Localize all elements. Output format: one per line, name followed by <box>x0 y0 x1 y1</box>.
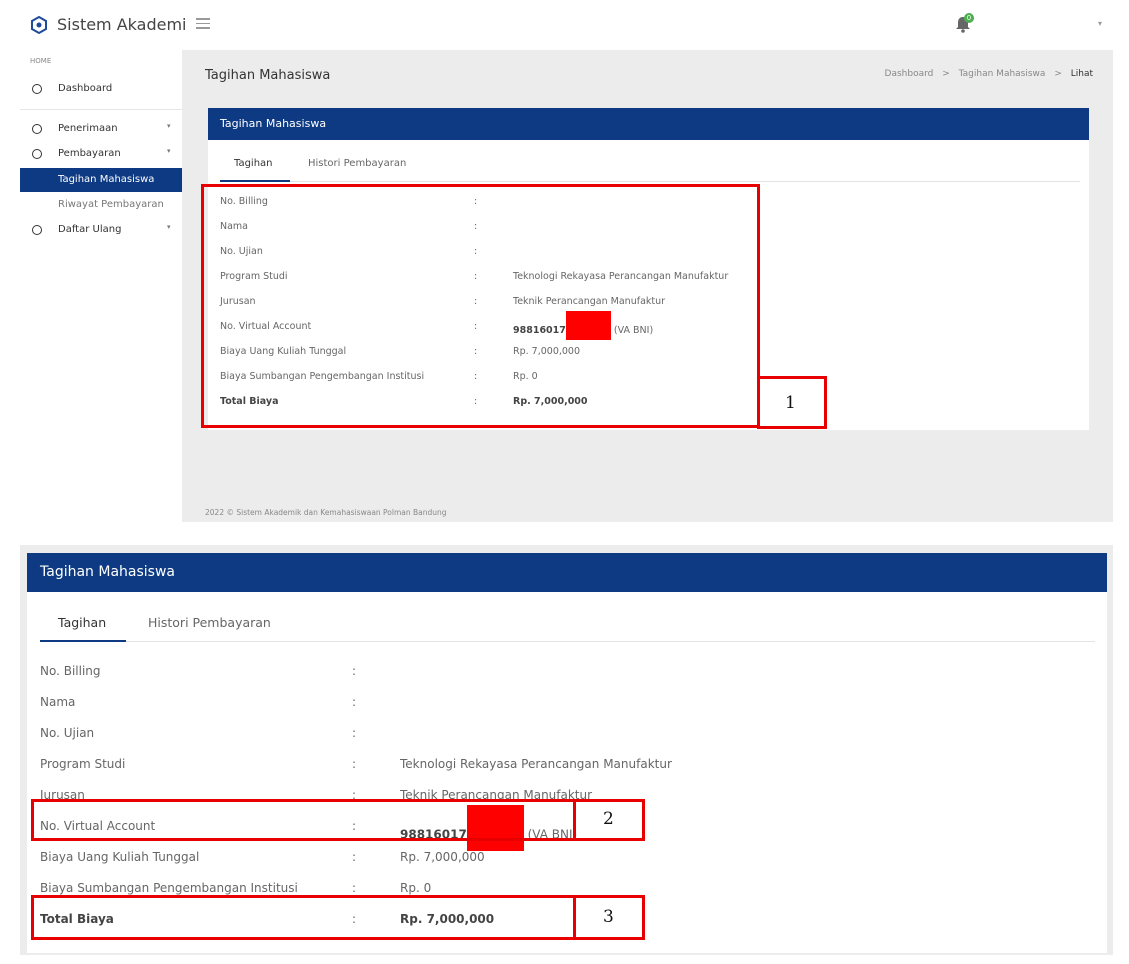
circle-icon <box>32 124 42 134</box>
annotation-box-1 <box>201 184 760 428</box>
chevron-down-icon: ▾ <box>167 223 171 231</box>
sidebar-item-label: Dashboard <box>58 83 113 94</box>
row-program-studi: Program Studi : Teknologi Rekayasa Peran… <box>27 757 1107 787</box>
circle-icon <box>32 225 42 235</box>
row-label: No. Ujian <box>40 726 95 740</box>
breadcrumb-separator: > <box>942 69 950 79</box>
active-tab-indicator <box>220 180 290 182</box>
row-no-ujian: No. Ujian : <box>27 726 1107 756</box>
row-colon: : <box>352 664 357 678</box>
row-label: No. Billing <box>40 664 101 678</box>
app-logo-icon[interactable] <box>30 16 48 34</box>
sidebar-item-dashboard[interactable]: Dashboard <box>20 77 182 101</box>
row-colon: : <box>352 881 357 895</box>
notification-badge: 0 <box>964 13 974 23</box>
page-title: Tagihan Mahasiswa <box>205 68 331 83</box>
tab-bar: Tagihan Histori Pembayaran <box>220 140 1080 182</box>
row-label: Program Studi <box>40 757 126 771</box>
card-title: Tagihan Mahasiswa <box>40 564 175 580</box>
annotation-number: 1 <box>785 393 796 413</box>
tab-tagihan[interactable]: Tagihan <box>234 158 273 169</box>
row-label: Biaya Uang Kuliah Tunggal <box>40 850 200 864</box>
sidebar-item-penerimaan[interactable]: Penerimaan ▾ <box>20 117 182 141</box>
top-navbar: Sistem Akademik 0 ▾ <box>20 0 1113 50</box>
sidebar-item-pembayaran[interactable]: Pembayaran ▾ <box>20 142 182 166</box>
annotation-box-2 <box>31 799 576 841</box>
breadcrumb-tagihan[interactable]: Tagihan Mahasiswa <box>959 69 1046 79</box>
sidebar-section-label: HOME <box>30 57 52 65</box>
user-menu-chevron-down-icon[interactable]: ▾ <box>1098 19 1102 28</box>
annotation-number: 2 <box>603 809 614 829</box>
screenshot-top: Sistem Akademik 0 ▾ HOME Dashboard Pener… <box>20 0 1113 522</box>
sidebar-item-label: Penerimaan <box>58 123 118 134</box>
breadcrumb-dashboard[interactable]: Dashboard <box>885 69 934 79</box>
row-colon: : <box>352 726 357 740</box>
card-header: Tagihan Mahasiswa <box>27 553 1107 592</box>
sidebar-divider <box>20 109 182 110</box>
circle-icon <box>32 84 42 94</box>
row-colon: : <box>352 695 357 709</box>
row-no-billing: No. Billing : <box>27 664 1107 694</box>
breadcrumb-separator: > <box>1054 69 1062 79</box>
tab-histori-pembayaran[interactable]: Histori Pembayaran <box>308 158 406 169</box>
active-tab-indicator <box>40 640 126 642</box>
card-header: Tagihan Mahasiswa <box>208 108 1089 140</box>
card-title: Tagihan Mahasiswa <box>220 117 327 130</box>
row-colon: : <box>352 757 357 771</box>
tab-histori-pembayaran[interactable]: Histori Pembayaran <box>148 615 271 630</box>
chevron-down-icon: ▾ <box>167 147 171 155</box>
sidebar-item-tagihan-mahasiswa[interactable]: Tagihan Mahasiswa <box>20 168 182 192</box>
annotation-box-3 <box>31 895 576 940</box>
sidebar-item-daftar-ulang[interactable]: Daftar Ulang ▾ <box>20 218 182 242</box>
sidebar-item-label: Pembayaran <box>58 148 121 159</box>
circle-icon <box>32 149 42 159</box>
sidebar-item-label: Riwayat Pembayaran <box>58 199 164 210</box>
billing-card-zoomed: Tagihan Mahasiswa Tagihan Histori Pembay… <box>27 553 1107 953</box>
sidebar: HOME Dashboard Penerimaan ▾ Pembayaran ▾… <box>20 50 182 522</box>
breadcrumb: Dashboard > Tagihan Mahasiswa > Lihat <box>885 69 1093 79</box>
row-nama: Nama : <box>27 695 1107 725</box>
row-label: Biaya Sumbangan Pengembangan Institusi <box>40 881 298 895</box>
row-value: Teknologi Rekayasa Perancangan Manufaktu… <box>400 757 672 771</box>
sidebar-item-label: Tagihan Mahasiswa <box>58 174 155 185</box>
tab-tagihan[interactable]: Tagihan <box>58 615 106 630</box>
annotation-number: 3 <box>603 907 614 927</box>
screenshot-bottom-zoomed: Tagihan Mahasiswa Tagihan Histori Pembay… <box>20 545 1113 955</box>
sidebar-item-riwayat-pembayaran[interactable]: Riwayat Pembayaran <box>20 193 182 217</box>
app-title[interactable]: Sistem Akademik <box>57 15 185 34</box>
row-biaya-ukt: Biaya Uang Kuliah Tunggal : Rp. 7,000,00… <box>27 850 1107 880</box>
row-value: Rp. 0 <box>400 881 432 895</box>
row-colon: : <box>352 850 357 864</box>
chevron-down-icon: ▾ <box>167 122 171 130</box>
breadcrumb-current: Lihat <box>1070 69 1093 79</box>
menu-toggle-icon[interactable] <box>196 18 210 30</box>
page-footer: 2022 © Sistem Akademik dan Kemahasiswaan… <box>205 508 447 517</box>
row-value: Rp. 7,000,000 <box>400 850 485 864</box>
row-label: Nama <box>40 695 76 709</box>
sidebar-item-label: Daftar Ulang <box>58 224 122 235</box>
tab-bar: Tagihan Histori Pembayaran <box>40 592 1095 642</box>
